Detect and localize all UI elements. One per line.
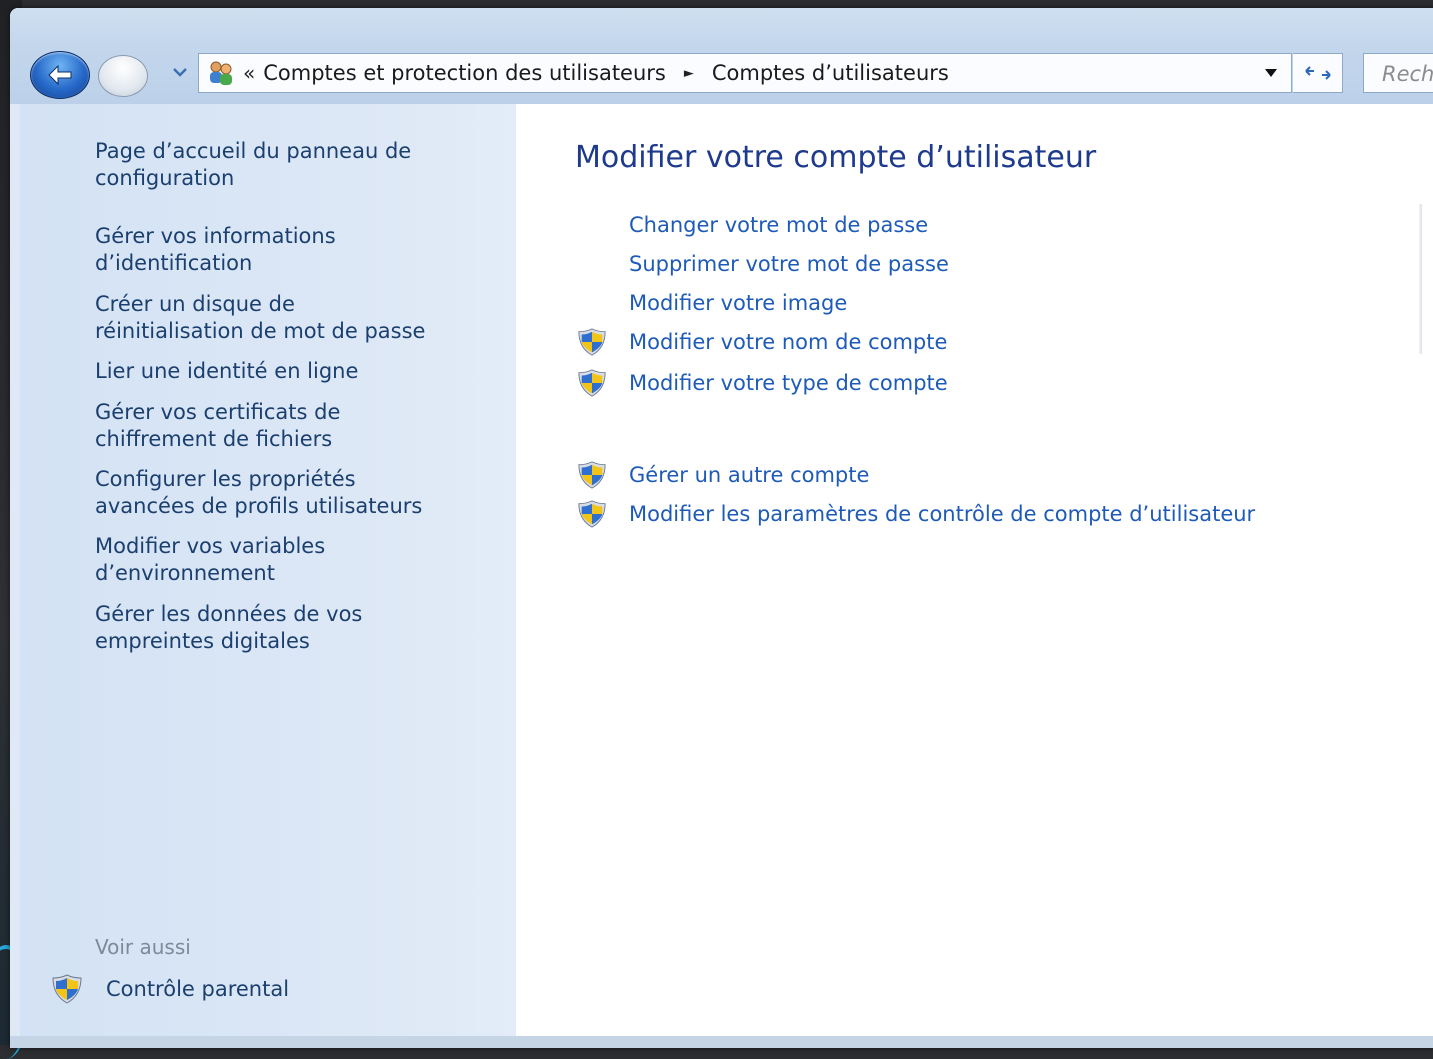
sidebar-link-fingerprint-data[interactable]: Gérer les données de vos empreintes digi… <box>95 601 515 655</box>
task-remove-password[interactable]: Supprimer votre mot de passe <box>575 249 949 279</box>
task-label: Supprimer votre mot de passe <box>629 252 949 276</box>
task-label: Changer votre mot de passe <box>629 213 929 237</box>
task-change-account-name[interactable]: Modifier votre nom de compte <box>575 327 947 357</box>
uac-shield-icon <box>575 368 629 398</box>
forward-button[interactable] <box>98 55 148 97</box>
chevron-down-icon <box>173 68 187 77</box>
recent-pages-dropdown[interactable] <box>172 66 188 78</box>
sidebar-link-control-panel-home[interactable]: Page d’accueil du panneau de configurati… <box>95 138 515 192</box>
breadcrumb-overflow[interactable]: « <box>243 61 255 85</box>
chevron-down-icon <box>1265 69 1277 77</box>
sidebar-link-advanced-profile-properties[interactable]: Configurer les propriétés avancées de pr… <box>95 466 515 520</box>
page-title: Modifier votre compte d’utilisateur <box>575 140 1097 175</box>
sidebar-link-encryption-certificates[interactable]: Gérer vos certificats de chiffrement de … <box>95 399 515 453</box>
see-also-heading: Voir aussi <box>95 935 191 959</box>
sidebar-link-manage-credentials[interactable]: Gérer vos informations d’identification <box>95 223 515 277</box>
search-input[interactable]: Rech <box>1363 53 1433 93</box>
task-label: Gérer un autre compte <box>629 463 870 487</box>
task-label: Modifier votre nom de compte <box>629 330 948 354</box>
breadcrumb-item-user-accounts-and-family-safety[interactable]: Comptes et protection des utilisateurs <box>263 61 666 85</box>
task-change-account-type[interactable]: Modifier votre type de compte <box>575 368 948 398</box>
users-icon <box>203 58 239 88</box>
task-manage-another-account[interactable]: Gérer un autre compte <box>575 460 869 490</box>
sidebar-tasks: Page d’accueil du panneau de configurati… <box>20 104 516 1044</box>
sidebar-link-parental-controls[interactable]: Contrôle parental <box>50 973 289 1005</box>
breadcrumb-item-user-accounts[interactable]: Comptes d’utilisateurs <box>712 61 949 85</box>
task-label: Modifier les paramètres de contrôle de c… <box>629 502 1256 526</box>
task-uac-settings[interactable]: Modifier les paramètres de contrôle de c… <box>575 499 1255 529</box>
breadcrumb-separator[interactable]: ► <box>684 66 694 81</box>
uac-shield-icon <box>575 499 629 529</box>
sidebar-link-environment-variables[interactable]: Modifier vos variables d’environnement <box>95 533 515 587</box>
task-change-password[interactable]: Changer votre mot de passe <box>575 210 928 240</box>
task-change-picture[interactable]: Modifier votre image <box>575 288 847 318</box>
address-bar[interactable]: « Comptes et protection des utilisateurs… <box>198 53 1292 93</box>
address-history-dropdown[interactable] <box>1263 65 1279 81</box>
main-content: Modifier votre compte d’utilisateur Chan… <box>516 104 1433 1044</box>
uac-shield-icon <box>575 327 629 357</box>
refresh-icon <box>1304 66 1331 80</box>
uac-shield-icon <box>52 974 82 1004</box>
parental-controls-label: Contrôle parental <box>106 977 290 1001</box>
account-picture-panel-edge <box>1419 204 1422 354</box>
task-icon-slot <box>575 288 629 318</box>
refresh-button[interactable] <box>1293 53 1343 93</box>
sidebar-link-password-reset-disk[interactable]: Créer un disque de réinitialisation de m… <box>95 291 515 345</box>
task-icon-slot <box>575 210 629 240</box>
task-label: Modifier votre image <box>629 291 848 315</box>
back-button[interactable] <box>30 51 90 99</box>
arrow-left-icon <box>48 64 72 86</box>
task-icon-slot <box>575 249 629 279</box>
task-label: Modifier votre type de compte <box>629 371 948 395</box>
window-bottom-frame <box>10 1036 1433 1048</box>
uac-shield-icon <box>575 460 629 490</box>
control-panel-window: « Comptes et protection des utilisateurs… <box>10 8 1433 1048</box>
sidebar-link-link-online-id[interactable]: Lier une identité en ligne <box>95 358 515 385</box>
